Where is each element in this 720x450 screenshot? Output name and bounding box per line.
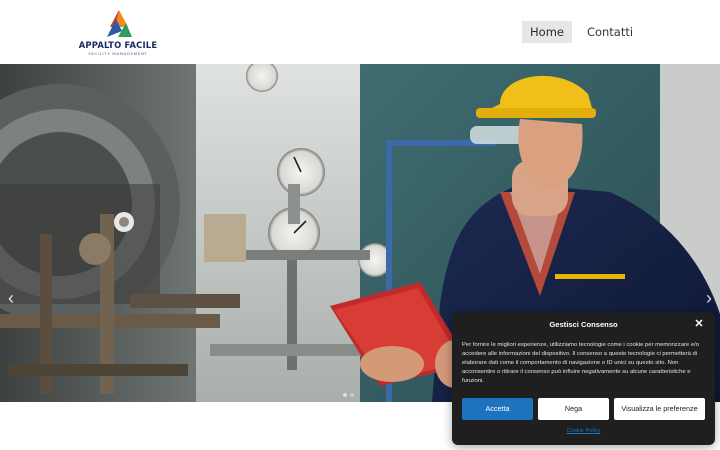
deny-button[interactable]: Nega xyxy=(538,398,609,420)
chevron-right-icon: › xyxy=(706,288,712,308)
slider-dot-1[interactable] xyxy=(343,393,347,397)
chevron-left-icon: ‹ xyxy=(8,288,14,308)
cookie-consent-dialog: Gestisci Consenso ✕ Per fornire le migli… xyxy=(452,312,715,445)
nav-home[interactable]: Home xyxy=(522,21,572,43)
site-header: APPALTO FACILE FACILITY MANAGEMENT Home … xyxy=(0,0,720,64)
slider-prev-button[interactable]: ‹ xyxy=(4,288,18,308)
main-nav: Home Contatti xyxy=(0,21,720,43)
close-icon[interactable]: ✕ xyxy=(693,318,705,330)
slider-dot-2[interactable] xyxy=(350,393,354,397)
cookie-policy-link[interactable]: Cookie Policy xyxy=(452,428,715,434)
accept-button[interactable]: Accetta xyxy=(462,398,533,420)
cookie-dialog-title: Gestisci Consenso xyxy=(549,320,618,329)
nav-contact[interactable]: Contatti xyxy=(584,21,636,43)
cookie-dialog-text: Per fornire le migliori esperienze, util… xyxy=(462,342,700,384)
logo-tagline: FACILITY MANAGEMENT xyxy=(88,51,148,56)
slider-next-button[interactable]: › xyxy=(702,288,716,308)
preferences-button[interactable]: Visualizza le preferenze xyxy=(614,398,705,420)
